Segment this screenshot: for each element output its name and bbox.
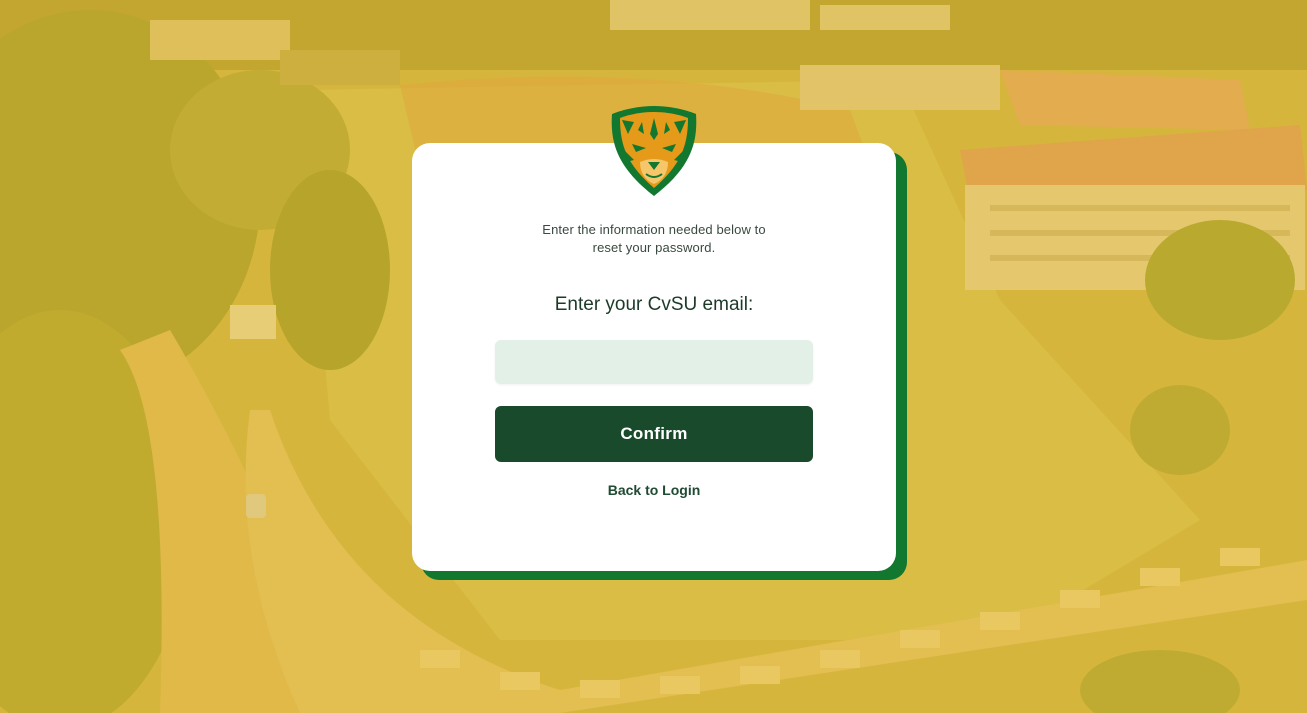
email-label: Enter your CvSU email: [554, 294, 754, 315]
tiger-head-icon [608, 104, 700, 198]
instruction-line-1: Enter the information needed below to [542, 222, 766, 237]
confirm-button[interactable]: Confirm [495, 406, 813, 462]
instruction-text: Enter the information needed below to re… [412, 221, 896, 257]
instruction-line-2: reset your password. [592, 240, 716, 255]
back-to-login-link[interactable]: Back to Login [412, 482, 896, 498]
email-field[interactable] [495, 340, 813, 384]
